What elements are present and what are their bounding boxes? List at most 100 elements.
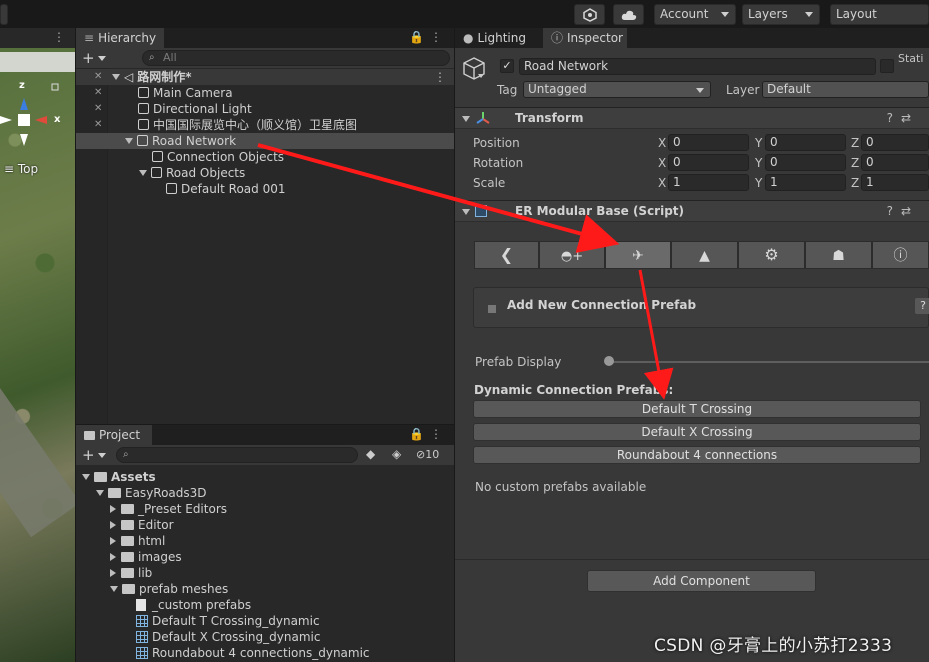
project-item[interactable]: _Preset Editors (76, 501, 454, 517)
project-item[interactable]: Default X Crossing_dynamic (76, 629, 454, 645)
gameobject-icon[interactable] (462, 56, 488, 84)
project-item[interactable]: Editor (76, 517, 454, 533)
object-name-field[interactable]: Road Network (519, 58, 876, 75)
project-item[interactable]: html (76, 533, 454, 549)
y-axis-label[interactable]: Y (755, 155, 762, 171)
collab-button[interactable] (574, 4, 605, 25)
add-road-button[interactable]: ◓+ (539, 241, 605, 269)
scene-view[interactable]: ⋮ z x ≡ Top (0, 28, 75, 662)
layers-dropdown[interactable]: Layers (742, 4, 820, 25)
prefab-t-crossing-button[interactable]: Default T Crossing (473, 400, 921, 418)
visibility-toggle-icon[interactable]: ✕ (94, 85, 102, 101)
layer-dropdown[interactable]: Default (762, 81, 929, 98)
rotation-z-field[interactable]: 0 (861, 154, 929, 171)
back-button[interactable]: ❮ (474, 241, 539, 269)
tab-inspector[interactable]: ⓘ Inspector (543, 28, 627, 48)
collapse-arrow-icon[interactable] (110, 537, 116, 545)
chevron-down-icon[interactable] (478, 74, 484, 78)
collapse-arrow-icon[interactable] (110, 521, 116, 529)
account-dropdown[interactable]: Account (654, 4, 736, 25)
project-item[interactable]: EasyRoads3D (76, 485, 454, 501)
toolbar-left-edge-button[interactable] (0, 4, 8, 25)
position-y-field[interactable]: 0 (765, 134, 846, 151)
x-axis-label[interactable]: X (658, 175, 666, 191)
component-options[interactable]: ?⇄ (887, 111, 919, 125)
project-item[interactable]: _custom prefabs (76, 597, 454, 613)
visibility-toggle-icon[interactable]: ✕ (94, 69, 102, 85)
filter-type-icon[interactable]: ◆ (366, 447, 375, 461)
expand-arrow-icon[interactable] (462, 209, 470, 215)
add-prefab-label[interactable]: Add New Connection Prefab (507, 297, 696, 313)
connection-tool-button[interactable]: ✈ (605, 241, 671, 269)
collapse-arrow-icon[interactable] (110, 569, 116, 577)
chevron-down-icon[interactable] (98, 453, 106, 458)
expand-arrow-icon[interactable] (112, 74, 120, 80)
lock-icon[interactable]: 🔒 (409, 30, 430, 44)
tab-hierarchy[interactable]: ≡ Hierarchy (76, 28, 164, 48)
hierarchy-item[interactable]: ✕ Main Camera (76, 85, 454, 101)
project-item[interactable]: Assets (76, 469, 454, 485)
project-item[interactable]: prefab meshes (76, 581, 454, 597)
expand-arrow-icon[interactable] (139, 170, 147, 176)
help-button[interactable]: ? (915, 298, 929, 314)
tag-dropdown[interactable]: Untagged (523, 81, 711, 98)
cloud-button[interactable] (613, 4, 644, 25)
info-tool-button[interactable]: ⓘ (872, 241, 929, 269)
collapse-arrow-icon[interactable] (110, 505, 116, 513)
more-options-icon[interactable]: ⋮ (430, 30, 448, 44)
collapse-arrow-icon[interactable] (110, 553, 116, 561)
x-axis-label[interactable]: X (658, 135, 666, 151)
prefab-display-slider-track[interactable] (607, 361, 929, 363)
project-search-input[interactable]: ⌕ (116, 447, 358, 463)
hierarchy-search-input[interactable]: ⌕ All (142, 50, 450, 66)
z-axis-label[interactable]: Z (851, 135, 859, 151)
visibility-toggle-icon[interactable]: ✕ (94, 117, 102, 133)
project-item[interactable]: Roundabout 4 connections_dynamic (76, 645, 454, 661)
hierarchy-item[interactable]: ✕ Directional Light (76, 101, 454, 117)
more-options-icon[interactable]: ⋮ (434, 69, 446, 85)
settings-tool-button[interactable]: ⚙ (738, 241, 805, 269)
y-axis-label[interactable]: Y (755, 175, 762, 191)
create-button[interactable]: + (82, 49, 95, 67)
tab-lighting[interactable]: ● Lighting (455, 28, 541, 48)
project-item[interactable]: Default T Crossing_dynamic (76, 613, 454, 629)
rotation-x-field[interactable]: 0 (668, 154, 749, 171)
rotation-y-field[interactable]: 0 (765, 154, 846, 171)
add-component-button[interactable]: Add Component (587, 570, 816, 592)
z-axis-label[interactable]: Z (851, 175, 859, 191)
position-x-field[interactable]: 0 (668, 134, 749, 151)
hierarchy-item[interactable]: ✕ 中国国际展览中心（顺义馆）卫星底图 (76, 117, 454, 133)
help-icon[interactable]: ? (887, 204, 901, 218)
more-options-icon[interactable]: ⋮ (53, 30, 65, 44)
hierarchy-item-selected[interactable]: Road Network (76, 133, 454, 149)
z-axis-label[interactable]: Z (851, 155, 859, 171)
component-options[interactable]: ?⇄ (887, 204, 919, 218)
scale-x-field[interactable]: 1 (668, 174, 749, 191)
tab-project[interactable]: Project (76, 425, 152, 445)
create-button[interactable]: + (82, 446, 95, 464)
hierarchy-item[interactable]: Default Road 001 (76, 181, 454, 197)
scale-y-field[interactable]: 1 (765, 174, 846, 191)
settings-sliders-icon[interactable]: ⇄ (901, 111, 919, 125)
layout-dropdown[interactable]: Layout (830, 4, 929, 25)
scene-header-row[interactable]: ✕ ◁ 路网制作* ⋮ (76, 69, 454, 85)
x-axis-label[interactable]: X (658, 155, 666, 171)
view-mode-label[interactable]: ≡ Top (4, 162, 38, 176)
settings-sliders-icon[interactable]: ⇄ (901, 204, 919, 218)
expand-arrow-icon[interactable] (110, 586, 118, 592)
y-axis-label[interactable]: Y (755, 135, 762, 151)
project-item[interactable]: images (76, 549, 454, 565)
visibility-toggle-icon[interactable]: ✕ (94, 101, 102, 117)
expand-arrow-icon[interactable] (82, 474, 90, 480)
help-icon[interactable]: ? (887, 111, 901, 125)
lock-icon[interactable] (51, 83, 59, 91)
static-checkbox[interactable] (880, 59, 894, 73)
project-item[interactable]: lib (76, 565, 454, 581)
transform-header[interactable]: Transform ?⇄ (455, 107, 929, 129)
active-checkbox[interactable]: ✓ (500, 59, 514, 73)
chevron-down-icon[interactable] (98, 56, 106, 61)
tab-options[interactable]: 🔒⋮ (409, 427, 448, 441)
scale-z-field[interactable]: 1 (861, 174, 929, 191)
script-component-header[interactable]: ER Modular Base (Script) ?⇄ (455, 200, 929, 222)
expand-arrow-icon[interactable] (125, 138, 133, 144)
